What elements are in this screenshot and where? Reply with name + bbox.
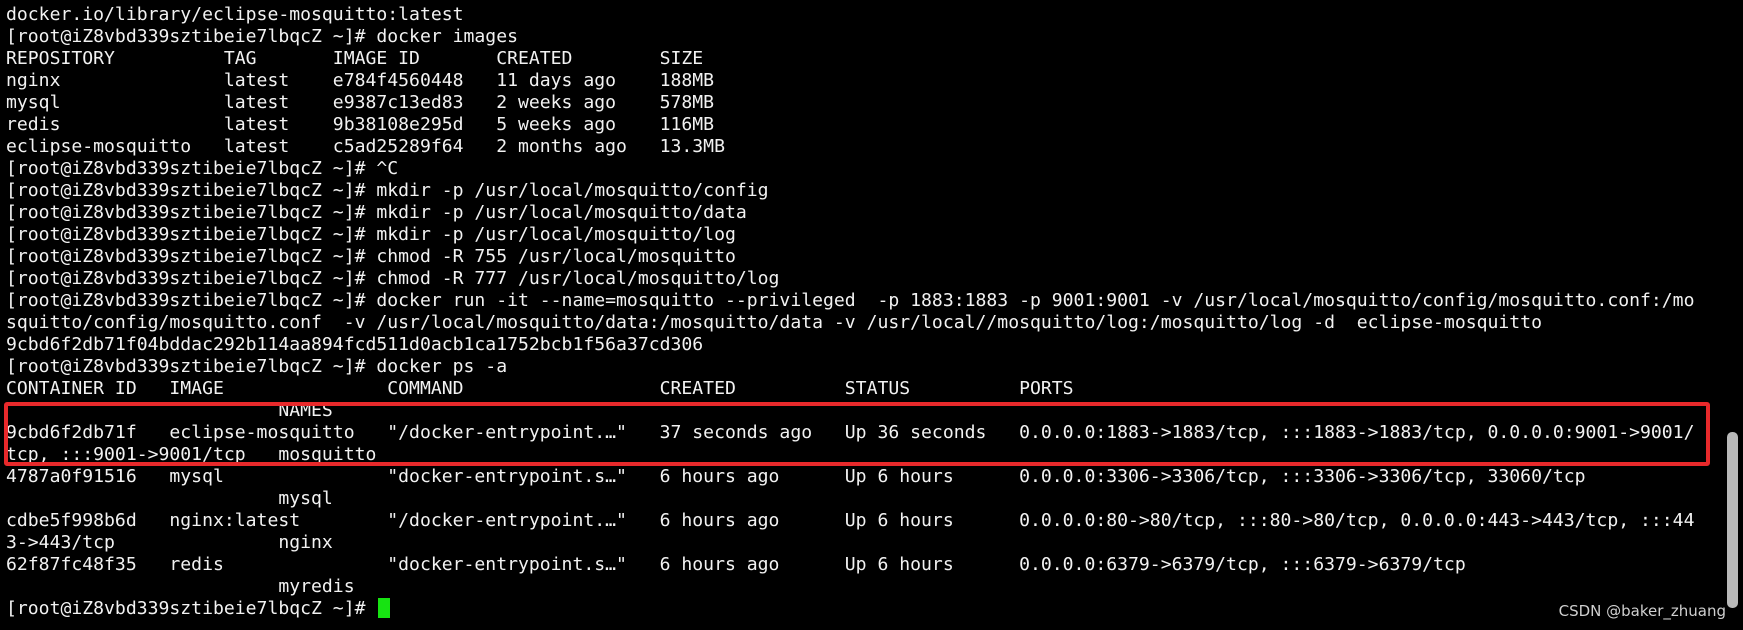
prompt-line[interactable]: [root@iZ8vbd339sztibeie7lbqcZ ~]# bbox=[6, 598, 1722, 620]
terminal-line: REPOSITORY TAG IMAGE ID CREATED SIZE bbox=[6, 48, 704, 69]
text-cursor bbox=[378, 598, 391, 618]
terminal-line: 62f87fc48f35 redis "docker-entrypoint.s…… bbox=[6, 554, 1466, 575]
terminal-line: [root@iZ8vbd339sztibeie7lbqcZ ~]# docker… bbox=[6, 290, 1695, 311]
terminal-line: [root@iZ8vbd339sztibeie7lbqcZ ~]# mkdir … bbox=[6, 224, 736, 245]
terminal-line: redis latest 9b38108e295d 5 weeks ago 11… bbox=[6, 114, 715, 135]
scrollbar-thumb[interactable] bbox=[1727, 432, 1738, 608]
terminal-line: [root@iZ8vbd339sztibeie7lbqcZ ~]# mkdir … bbox=[6, 202, 747, 223]
terminal-line: cdbe5f998b6d nginx:latest "/docker-entry… bbox=[6, 510, 1695, 531]
terminal-line: CONTAINER ID IMAGE COMMAND CREATED STATU… bbox=[6, 378, 1074, 399]
terminal-line: squitto/config/mosquitto.conf -v /usr/lo… bbox=[6, 312, 1542, 333]
terminal-line: mysql latest e9387c13ed83 2 weeks ago 57… bbox=[6, 92, 715, 113]
terminal-line: [root@iZ8vbd339sztibeie7lbqcZ ~]# docker… bbox=[6, 356, 508, 377]
terminal-line: 9cbd6f2db71f04bddac292b114aa894fcd511d0a… bbox=[6, 334, 704, 355]
terminal-line: nginx latest e784f4560448 11 days ago 18… bbox=[6, 70, 715, 91]
terminal-line: [root@iZ8vbd339sztibeie7lbqcZ ~]# ^C bbox=[6, 158, 399, 179]
terminal-line: eclipse-mosquitto latest c5ad25289f64 2 … bbox=[6, 136, 725, 157]
terminal-line: [root@iZ8vbd339sztibeie7lbqcZ ~]# docker… bbox=[6, 26, 518, 47]
shell-prompt: [root@iZ8vbd339sztibeie7lbqcZ ~]# bbox=[6, 598, 377, 619]
terminal-line: 4787a0f91516 mysql "docker-entrypoint.s…… bbox=[6, 466, 1586, 487]
terminal-line: [root@iZ8vbd339sztibeie7lbqcZ ~]# chmod … bbox=[6, 268, 780, 289]
scrollbar[interactable] bbox=[1722, 0, 1743, 630]
terminal-line: myredis bbox=[6, 576, 355, 597]
terminal-line: [root@iZ8vbd339sztibeie7lbqcZ ~]# mkdir … bbox=[6, 180, 769, 201]
terminal-output[interactable]: docker.io/library/eclipse-mosquitto:late… bbox=[6, 4, 1722, 624]
highlight-annotation-box bbox=[4, 402, 1710, 466]
terminal-line: mysql bbox=[6, 488, 333, 509]
watermark: CSDN @baker_zhuang bbox=[1558, 602, 1726, 620]
terminal-line: 3->443/tcp nginx bbox=[6, 532, 333, 553]
terminal-line: [root@iZ8vbd339sztibeie7lbqcZ ~]# chmod … bbox=[6, 246, 736, 267]
terminal-line: docker.io/library/eclipse-mosquitto:late… bbox=[6, 4, 464, 25]
